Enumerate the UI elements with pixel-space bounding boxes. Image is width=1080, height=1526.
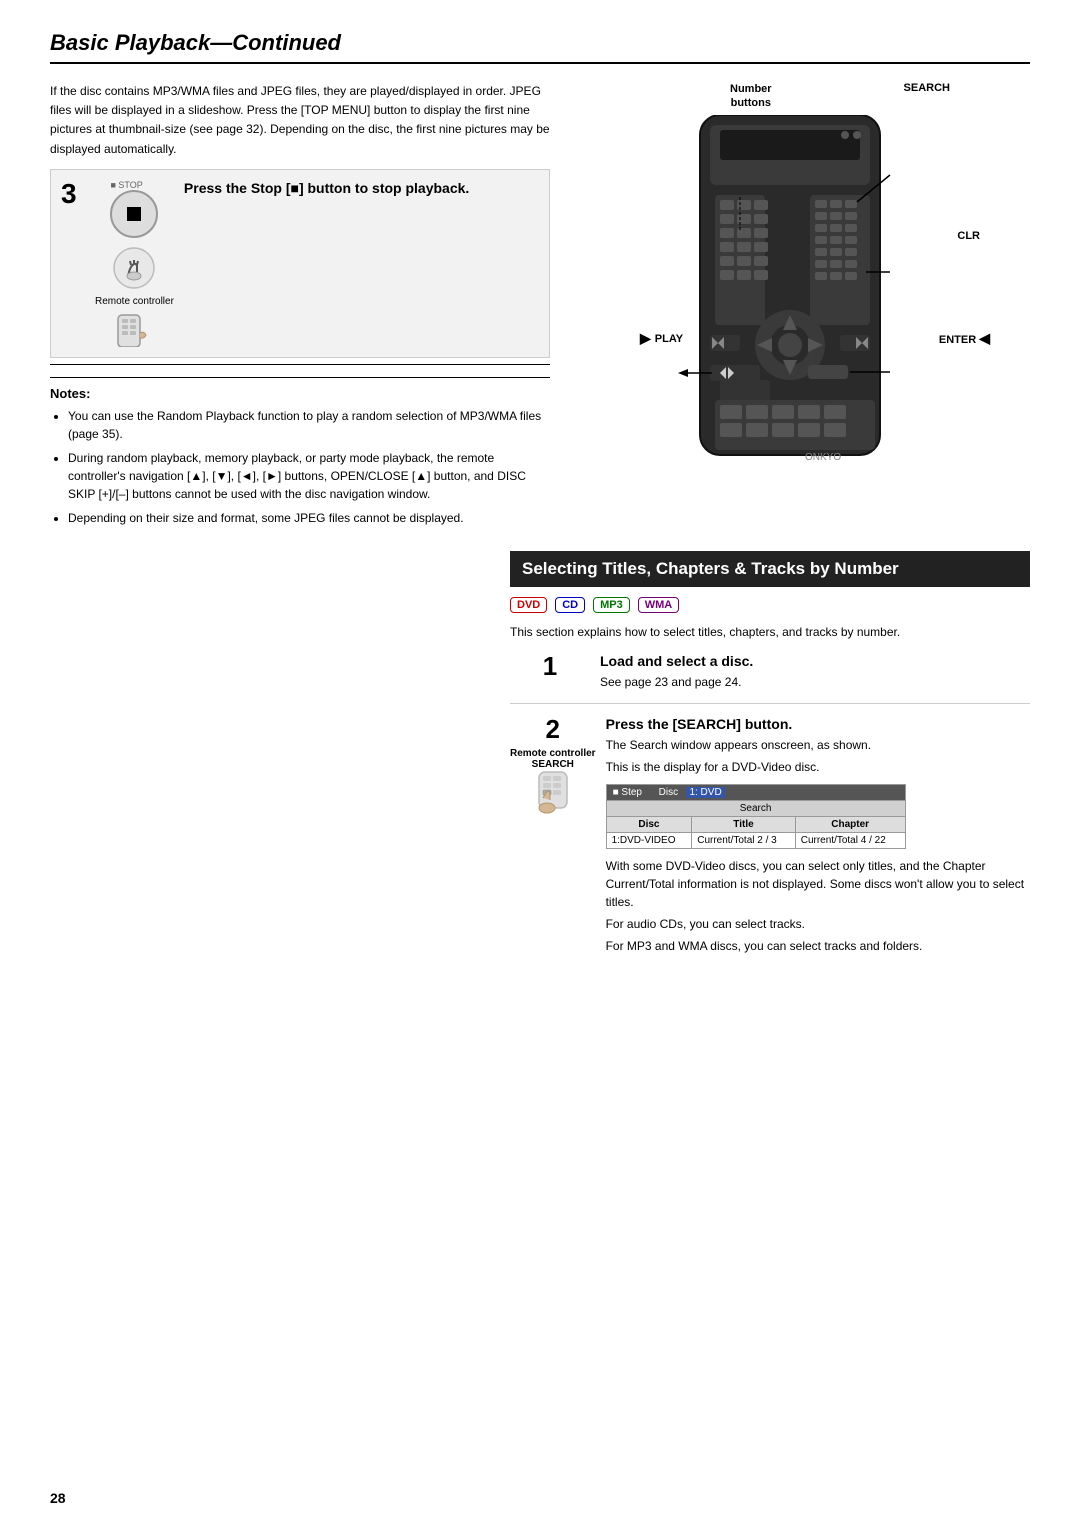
step3-icon-area: ■ STOP Remote controller <box>95 180 174 347</box>
number-buttons-label: Number buttons <box>730 82 772 111</box>
notes-title: Notes: <box>50 386 550 401</box>
search-center-label: Search <box>606 800 905 816</box>
top-section: If the disc contains MP3/WMA files and J… <box>50 82 1030 533</box>
step1-body: See page 23 and page 24. <box>600 673 1030 691</box>
enter-label: ENTER ◀ <box>939 330 990 347</box>
cd-badge: CD <box>555 597 585 613</box>
step2-bottom: 2 Remote controller SEARCH <box>510 716 1030 967</box>
step1-number-area: 1 <box>510 653 590 679</box>
number-buttons-text: Number buttons <box>730 83 772 109</box>
svg-text:ONKYO: ONKYO <box>805 452 841 463</box>
step2-number-area: 2 Remote controller SEARCH <box>510 716 596 814</box>
section2-intro: This section explains how to select titl… <box>510 623 1030 641</box>
search-table-header: ■ Step Disc 1: DVD <box>606 784 905 800</box>
remote-svg: ONKYO <box>650 115 950 495</box>
divider <box>50 364 550 365</box>
search-row: Search <box>606 800 905 816</box>
stop-square-shape <box>127 207 141 221</box>
step2-content: Press the [SEARCH] button. The Search wi… <box>606 716 1030 955</box>
row1-title: Current/Total 2 / 3 <box>692 832 795 848</box>
disc-badges: DVD CD MP3 WMA <box>510 597 1030 613</box>
notes-list: You can use the Random Playback function… <box>50 407 550 527</box>
bottom-section: Selecting Titles, Chapters & Tracks by N… <box>50 551 1030 979</box>
step2-body5: For MP3 and WMA discs, you can select tr… <box>606 937 1030 955</box>
step1-bottom: 1 Load and select a disc. See page 23 an… <box>510 653 1030 704</box>
right-column-remote: Number buttons SEARCH <box>570 82 1030 533</box>
intro-text: If the disc contains MP3/WMA files and J… <box>50 82 550 159</box>
left-column: If the disc contains MP3/WMA files and J… <box>50 82 550 533</box>
dvd-badge: DVD <box>510 597 547 613</box>
col-header-row: Disc Title Chapter <box>606 816 905 832</box>
step3-instruction: Press the Stop [■] button to stop playba… <box>184 180 469 196</box>
data-row-1: 1:DVD-VIDEO Current/Total 2 / 3 Current/… <box>606 832 905 848</box>
play-label: ▶ PLAY <box>640 330 683 347</box>
bottom-left-empty <box>50 551 490 979</box>
step2-number: 2 <box>546 716 560 742</box>
table-step-label: ■ Step <box>613 787 642 798</box>
search-label: SEARCH <box>904 82 950 111</box>
mp3-badge: MP3 <box>593 597 630 613</box>
clr-label: CLR <box>957 230 980 242</box>
row1-chapter: Current/Total 4 / 22 <box>795 832 905 848</box>
col-chapter: Chapter <box>795 816 905 832</box>
search-hand-icon <box>531 770 575 814</box>
notes-section: Notes: You can use the Random Playback f… <box>50 377 550 527</box>
col-title: Title <box>692 816 795 832</box>
step3-number: 3 <box>61 180 85 208</box>
step2-body3: With some DVD-Video discs, you can selec… <box>606 857 1030 911</box>
step1-content: Load and select a disc. See page 23 and … <box>600 653 1030 691</box>
bottom-right-section: Selecting Titles, Chapters & Tracks by N… <box>510 551 1030 979</box>
wma-badge: WMA <box>638 597 680 613</box>
remote-ctrl-label2: Remote controller <box>510 748 596 759</box>
page-header: Basic Playback—Continued <box>50 30 1030 64</box>
step2-body4: For audio CDs, you can select tracks. <box>606 915 1030 933</box>
stop-button-icon <box>110 190 158 238</box>
page-title: Basic Playback—Continued <box>50 30 341 55</box>
remote-labels-top: Number buttons SEARCH <box>650 82 950 111</box>
step2-body2: This is the display for a DVD-Video disc… <box>606 758 1030 776</box>
step3-text: Press the Stop [■] button to stop playba… <box>184 180 539 196</box>
note-item-2: During random playback, memory playback,… <box>68 449 550 503</box>
note-item-1: You can use the Random Playback function… <box>68 407 550 443</box>
remote-diagram: Number buttons SEARCH <box>650 82 950 495</box>
col-disc: Disc <box>606 816 692 832</box>
note-item-3: Depending on their size and format, some… <box>68 509 550 527</box>
search-btn-label: SEARCH <box>532 759 574 770</box>
title-continued: —Continued <box>210 30 341 55</box>
table-header-row: ■ Step Disc 1: DVD <box>606 784 905 800</box>
hand-pressing-icon <box>112 246 156 290</box>
step2-body1: The Search window appears onscreen, as s… <box>606 736 1030 754</box>
section-heading: Selecting Titles, Chapters & Tracks by N… <box>510 551 1030 587</box>
step2-title: Press the [SEARCH] button. <box>606 716 1030 732</box>
title-main: Basic Playback <box>50 30 210 55</box>
remote-hand-icon <box>116 311 152 347</box>
remote-controller-label: Remote controller <box>95 296 174 307</box>
step3-box: 3 ■ STOP <box>50 169 550 358</box>
row1-disc: 1:DVD-VIDEO <box>606 832 692 848</box>
step1-number: 1 <box>543 653 557 679</box>
search-table: ■ Step Disc 1: DVD Search Disc <box>606 784 906 849</box>
step1-title: Load and select a disc. <box>600 653 1030 669</box>
page-number: 28 <box>50 1490 66 1506</box>
stop-label: ■ STOP <box>110 180 158 190</box>
table-disc-val: 1: DVD <box>686 787 724 798</box>
page: Basic Playback—Continued If the disc con… <box>0 0 1080 1526</box>
table-disc-label: Disc <box>659 787 678 798</box>
